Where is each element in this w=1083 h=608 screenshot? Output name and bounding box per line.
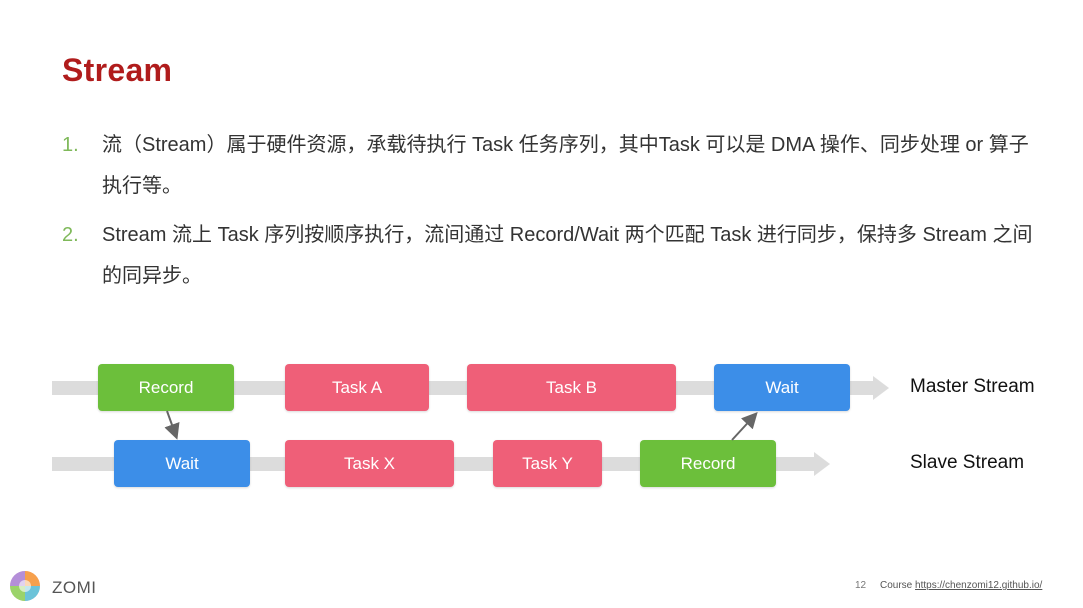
page-number: 12: [855, 580, 867, 591]
sync-arrows: [164, 410, 758, 441]
course-prefix: Course: [880, 580, 913, 591]
record-to-wait-arrow: [164, 410, 180, 440]
course-link[interactable]: https://chenzomi12.github.io/: [915, 580, 1042, 591]
zomi-logo-icon: [10, 571, 40, 601]
record-to-wait-arrow: [731, 412, 758, 441]
footer-brand: ZOMI: [52, 578, 97, 597]
footer-course: Course https://chenzomi12.github.io/: [880, 580, 1042, 591]
